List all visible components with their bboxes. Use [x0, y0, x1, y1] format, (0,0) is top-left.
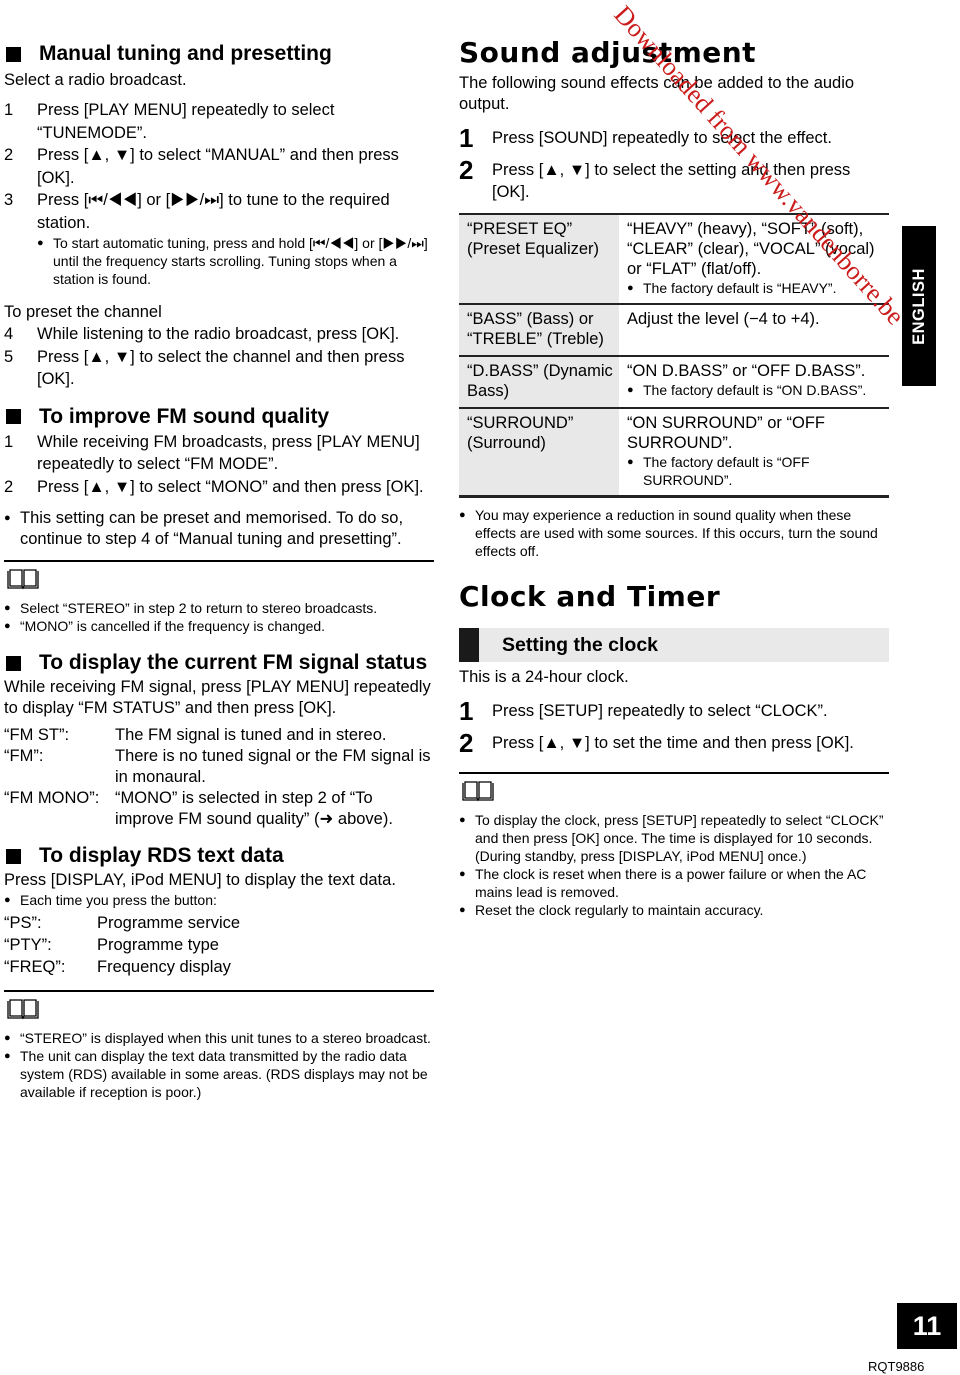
step-item: 4 While listening to the radio broadcast,…: [4, 325, 400, 343]
effect-name: “BASS” (Bass) or “TREBLE” (Treble): [459, 304, 619, 356]
bullet-icon: ●: [459, 904, 466, 916]
section-heading: To display the current FM signal status: [4, 649, 434, 677]
step-item: 2 Press [▲, ▼] to select “MANUAL” and the…: [4, 146, 399, 187]
intro-text: This is a 24-hour clock.: [459, 668, 629, 686]
step-item: 2 Press [▲, ▼] to select “MONO” and then …: [4, 477, 424, 496]
sound-adjustment-section: Sound adjustment The following sound eff…: [459, 36, 889, 560]
square-bullet-icon: [6, 848, 21, 864]
step-item: 1 Press [SETUP] repeatedly to select “CLO…: [459, 696, 828, 726]
definition-row: “FM”: There is no tuned signal or the FM …: [4, 747, 431, 786]
subheading: To preset the channel: [4, 303, 162, 321]
definition-row: “FM MONO”: “MONO” is selected in step 2 o…: [4, 789, 393, 828]
tip-item: ● Select “STEREO” in step 2 to return to …: [4, 600, 378, 616]
tip-item: ● The unit can display the text data tran…: [4, 1048, 428, 1100]
bullet-icon: ●: [4, 620, 11, 632]
bullet-icon: ●: [459, 868, 466, 880]
divider: [4, 560, 434, 562]
language-tab: ENGLISH: [902, 226, 936, 386]
bullet-note: ● Each time you press the button:: [4, 892, 217, 908]
left-column: Manual tuning and presetting Select a ra…: [4, 40, 434, 1101]
effect-options: “ON SURROUND” or “OFF SURROUND”. ● The fac…: [619, 408, 889, 497]
tip-item: ● To display the clock, press [SETUP] rep…: [459, 812, 884, 864]
step-item: 2 Press [▲, ▼] to select the setting and …: [459, 155, 851, 201]
bullet-note: ● To start automatic tuning, press and ho…: [37, 235, 428, 287]
bullet-icon: ●: [459, 509, 466, 521]
tip-item: ● The clock is reset when there is a powe…: [459, 866, 867, 900]
step-item: 3 Press [⏮/◀◀] or [▶▶/⏭] to tune to the r…: [4, 191, 390, 232]
effect-name: “PRESET EQ” (Preset Equalizer): [459, 214, 619, 304]
default-note: ● The factory default is “OFF SURROUND”.: [627, 454, 810, 488]
intro-text: Press [DISPLAY, iPod MENU] to display th…: [4, 871, 396, 889]
subsection-banner: Setting the clock: [459, 628, 889, 662]
fm-quality-section: To improve FM sound quality 1 While recei…: [4, 403, 434, 636]
book-icon: [7, 569, 39, 590]
bullet-icon: ●: [4, 1032, 11, 1044]
book-icon: [462, 781, 494, 802]
effect-name: “D.BASS” (Dynamic Bass): [459, 356, 619, 408]
divider: [4, 990, 434, 992]
bullet-icon: ●: [4, 602, 11, 614]
definition-row: “PS”: Programme service: [4, 914, 241, 932]
bullet-icon: ●: [4, 512, 11, 524]
square-bullet-icon: [6, 46, 21, 62]
effect-name: “SURROUND” (Surround): [459, 408, 619, 497]
book-icon: [7, 999, 39, 1020]
tip-item: ● Reset the clock regularly to maintain a…: [459, 902, 764, 918]
effect-options: Adjust the level (−4 to +4).: [627, 310, 820, 328]
page-heading: Clock and Timer: [459, 580, 721, 613]
square-bullet-icon: [6, 655, 21, 671]
clock-timer-section: Clock and Timer Setting the clock This i…: [459, 580, 889, 919]
step-item: 2 Press [▲, ▼] to set the time and then p…: [459, 728, 854, 758]
bullet-note: ● You may experience a reduction in sound…: [459, 507, 878, 559]
manual-tuning-section: Manual tuning and presetting Select a ra…: [4, 40, 434, 391]
step-item: 1 Press [PLAY MENU] repeatedly to select …: [4, 101, 335, 142]
definition-row: “FREQ”: Frequency display: [4, 958, 231, 976]
section-heading: To improve FM sound quality: [4, 403, 434, 431]
fm-status-section: To display the current FM signal status …: [4, 649, 434, 830]
step-item: 5 Press [▲, ▼] to select the channel and …: [4, 347, 405, 389]
bullet-icon: ●: [627, 282, 634, 294]
definition-row: “PTY”: Programme type: [4, 936, 219, 954]
rds-section: To display RDS text data Press [DISPLAY,…: [4, 842, 434, 1101]
step-item: 1 Press [SOUND] repeatedly to select the …: [459, 123, 832, 153]
bullet-icon: ●: [627, 384, 634, 396]
bullet-icon: ●: [4, 894, 11, 906]
page-number: 11: [897, 1303, 957, 1349]
bullet-icon: ●: [37, 237, 44, 249]
square-bullet-icon: [6, 409, 21, 424]
intro-text: While receiving FM signal, press [PLAY M…: [4, 678, 431, 717]
bullet-icon: ●: [4, 1050, 11, 1062]
table-row: “BASS” (Bass) or “TREBLE” (Treble) Adjus…: [459, 304, 889, 356]
intro-text: Select a radio broadcast.: [4, 71, 187, 89]
bullet-icon: ●: [627, 456, 634, 468]
table-row: “D.BASS” (Dynamic Bass) “ON D.BASS” or “…: [459, 356, 889, 408]
banner-bar: [459, 628, 479, 662]
document-code: RQT9886: [868, 1359, 925, 1374]
bullet-icon: ●: [459, 814, 466, 826]
section-heading: Manual tuning and presetting: [4, 40, 434, 68]
bullet-note: ● This setting can be preset and memorise…: [4, 509, 404, 548]
section-heading: To display RDS text data: [4, 842, 434, 870]
step-item: 1 While receiving FM broadcasts, press [P…: [4, 432, 420, 474]
right-column: Sound adjustment The following sound eff…: [459, 36, 889, 919]
definition-row: “FM ST”: The FM signal is tuned and in st…: [4, 726, 387, 744]
divider: [459, 772, 889, 774]
tip-item: ● “STEREO” is displayed when this unit tu…: [4, 1030, 431, 1046]
default-note: ● The factory default is “ON D.BASS”.: [627, 382, 867, 398]
table-row: “SURROUND” (Surround) “ON SURROUND” or “…: [459, 408, 889, 497]
tip-item: ● “MONO” is cancelled if the frequency is…: [4, 618, 326, 634]
effect-options: “ON D.BASS” or “OFF D.BASS”. ● The factory…: [619, 356, 889, 408]
